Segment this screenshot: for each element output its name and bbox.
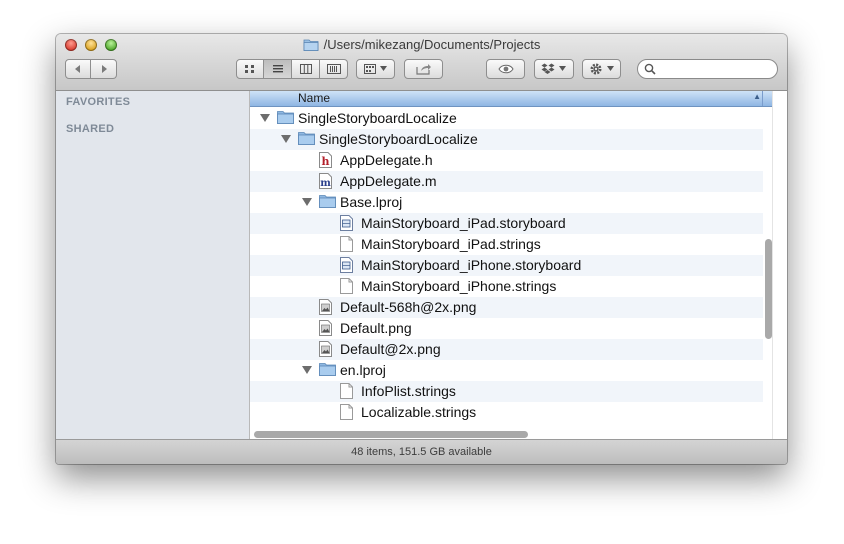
folder-icon [319,362,336,379]
file-name: en.lproj [340,362,386,378]
column-header-label: Name [298,91,331,105]
file-name: MainStoryboard_iPad.storyboard [361,215,566,231]
chevron-down-icon [559,66,566,71]
table-row[interactable]: MainStoryboard_iPhone.strings [250,276,763,297]
arrange-button[interactable] [356,59,395,79]
share-icon [416,64,431,75]
source-file-icon: m [319,173,335,190]
file-name: MainStoryboard_iPad.strings [361,236,541,252]
forward-arrow-icon [101,65,107,73]
file-name: AppDelegate.m [340,173,437,189]
file-name: Localizable.strings [361,404,477,420]
file-name: Default@2x.png [340,341,441,357]
action-button[interactable] [582,59,621,79]
svg-text:m: m [320,178,331,189]
quick-look-button[interactable] [486,59,525,79]
file-name: Default.png [340,320,412,336]
vertical-scrollbar[interactable] [765,239,772,339]
back-arrow-icon [75,65,80,73]
table-row[interactable]: m AppDelegate.m [250,171,763,192]
document-icon [340,383,356,400]
table-row[interactable]: SingleStoryboardLocalize [250,129,763,150]
cover-flow-icon [326,64,341,74]
file-name: SingleStoryboardLocalize [319,131,478,147]
list-view-icon [272,65,283,73]
eye-icon [497,64,514,74]
table-row[interactable]: Base.lproj [250,192,763,213]
folder-icon [319,194,336,211]
search-icon [644,63,656,75]
toolbar: /Users/mikezang/Documents/Projects [56,34,787,91]
svg-text:h: h [322,155,330,168]
table-row[interactable]: Default-568h@2x.png [250,297,763,318]
document-icon [340,404,356,421]
header-file-icon: h [319,152,335,169]
finder-window: /Users/mikezang/Documents/Projects FAVOR… [56,34,787,464]
forward-button[interactable] [91,59,117,79]
table-row[interactable]: Default@2x.png [250,339,763,360]
dropbox-icon [541,63,555,74]
table-row[interactable]: h AppDelegate.h [250,150,763,171]
file-name: Default-568h@2x.png [340,299,477,315]
image-file-icon [319,320,335,337]
column-header-name[interactable]: Name ▲ [250,91,773,107]
storyboard-file-icon [340,257,356,274]
disclosure-triangle-icon[interactable] [302,198,312,206]
search-field[interactable] [637,59,778,79]
file-name: InfoPlist.strings [361,383,456,399]
column-view-icon [299,64,312,74]
disclosure-triangle-icon[interactable] [281,135,291,143]
chevron-down-icon [379,66,387,71]
sort-ascending-icon: ▲ [753,92,761,101]
view-mode-control [236,59,348,79]
file-name: SingleStoryboardLocalize [298,110,457,126]
folder-icon [277,110,294,127]
dropbox-button[interactable] [534,59,574,79]
icon-view-button[interactable] [236,59,264,79]
file-list: Name ▲ SingleStoryboardLocalize SingleSto… [250,91,773,440]
status-bar: 48 items, 151.5 GB available [56,439,787,464]
table-row[interactable]: Localizable.strings [250,402,763,423]
image-file-icon [319,299,335,316]
share-button[interactable] [404,59,443,79]
column-view-button[interactable] [292,59,320,79]
table-row[interactable]: MainStoryboard_iPad.strings [250,234,763,255]
file-name: MainStoryboard_iPhone.strings [361,278,557,294]
file-name: AppDelegate.h [340,152,433,168]
table-row[interactable]: SingleStoryboardLocalize [250,108,763,129]
table-row[interactable]: InfoPlist.strings [250,381,763,402]
sidebar-heading-favorites[interactable]: FAVORITES [66,96,130,108]
table-row[interactable]: en.lproj [250,360,763,381]
document-icon [340,236,356,253]
table-row[interactable]: MainStoryboard_iPad.storyboard [250,213,763,234]
status-text: 48 items, 151.5 GB available [351,446,492,458]
file-name: MainStoryboard_iPhone.storyboard [361,257,582,273]
window-title-text: /Users/mikezang/Documents/Projects [323,37,541,52]
table-row[interactable]: Default.png [250,318,763,339]
sidebar: FAVORITES SHARED [56,91,250,440]
document-icon [340,278,356,295]
window-title: /Users/mikezang/Documents/Projects [56,37,787,54]
icon-view-icon [245,65,254,73]
disclosure-triangle-icon[interactable] [302,366,312,374]
arrange-icon [363,64,376,74]
chevron-down-icon [606,66,614,71]
cover-flow-view-button[interactable] [320,59,348,79]
storyboard-file-icon [340,215,356,232]
file-name: Base.lproj [340,194,403,210]
list-view-button[interactable] [264,59,292,79]
disclosure-triangle-icon[interactable] [260,114,270,122]
folder-icon [298,131,315,148]
horizontal-scrollbar[interactable] [254,431,528,438]
back-button[interactable] [65,59,91,79]
folder-icon [303,38,319,54]
sidebar-heading-shared[interactable]: SHARED [66,123,114,135]
gear-icon [590,63,601,75]
back-forward-control [65,59,117,79]
table-row[interactable]: MainStoryboard_iPhone.storyboard [250,255,763,276]
image-file-icon [319,341,335,358]
